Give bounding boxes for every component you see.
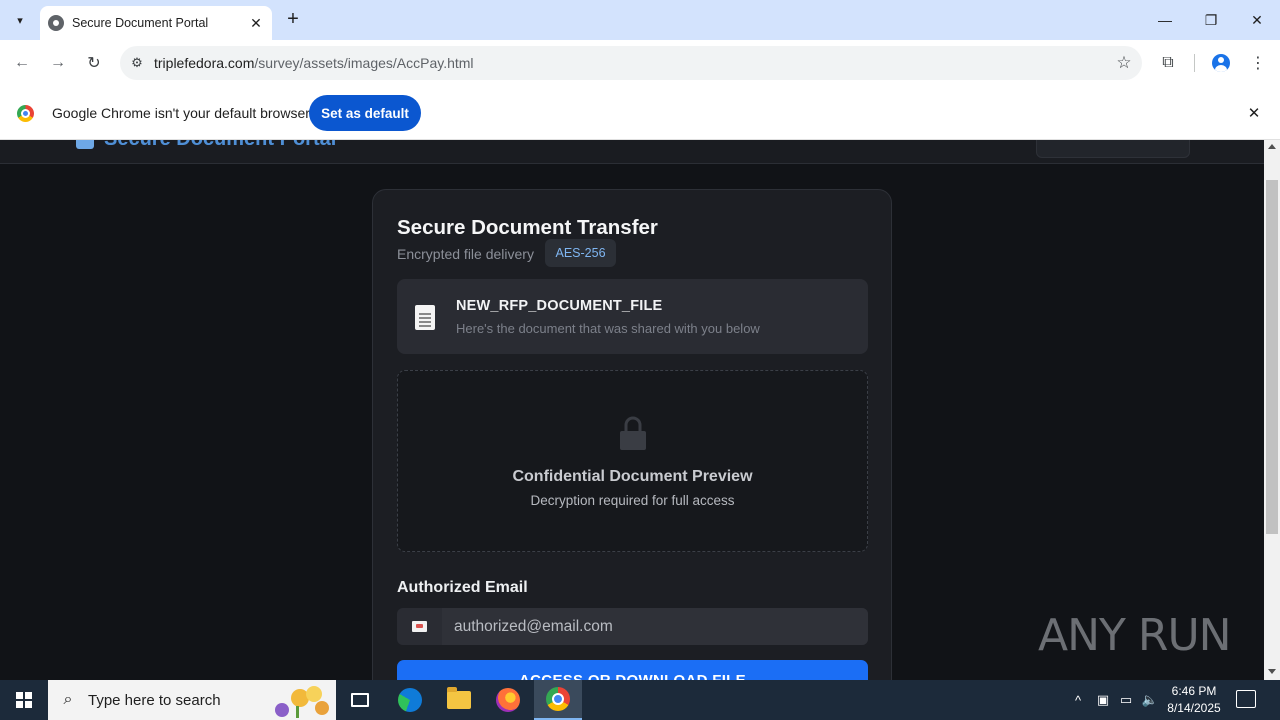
forward-arrow-icon[interactable]: →: [45, 50, 71, 76]
set-as-default-button[interactable]: Set as default: [309, 95, 421, 131]
chrome-logo-icon: [17, 105, 34, 122]
windows-taskbar: ⌕ Type here to search ^ ▣ ▭ 🔈 6:46 PM 8/…: [0, 680, 1280, 720]
tray-network-icon[interactable]: ▭: [1116, 680, 1136, 720]
tab-active[interactable]: Secure Document Portal ✕: [40, 6, 272, 40]
start-button[interactable]: [0, 680, 48, 720]
file-description: Here's the document that was shared with…: [456, 321, 760, 336]
card-title: Secure Document Transfer: [397, 216, 658, 239]
toolbar-divider: [1194, 54, 1195, 72]
encryption-badge: AES-256: [545, 239, 616, 267]
firefox-icon: [496, 688, 520, 712]
taskbar-edge[interactable]: [386, 680, 434, 720]
header-button[interactable]: [1036, 140, 1190, 158]
bookmark-star-icon[interactable]: ☆: [1106, 53, 1142, 73]
tray-chevron-up-icon[interactable]: ^: [1068, 680, 1088, 720]
search-highlight-flowers-icon: [275, 686, 329, 718]
email-label: Authorized Email: [397, 579, 528, 596]
scrollbar-thumb[interactable]: [1266, 180, 1278, 534]
clock-time: 6:46 PM: [1171, 684, 1217, 698]
browser-toolbar: ← → ↻ ⚙ triplefedora.com/survey/assets/i…: [0, 40, 1280, 86]
new-tab-plus-icon[interactable]: +: [282, 8, 304, 30]
address-bar[interactable]: ⚙ triplefedora.com/survey/assets/images/…: [120, 46, 1142, 80]
email-field-row: [397, 608, 868, 645]
chrome-icon: [546, 687, 570, 711]
file-name: NEW_RFP_DOCUMENT_FILE: [456, 298, 663, 314]
taskbar-task-view[interactable]: [336, 680, 384, 720]
menu-kebab-icon[interactable]: ⋮: [1245, 50, 1271, 76]
site-logo[interactable]: Secure Document Portal: [76, 140, 336, 151]
preview-subtitle: Decryption required for full access: [530, 493, 735, 508]
extensions-puzzle-icon[interactable]: ⧉: [1155, 50, 1181, 76]
url-path: /survey/assets/images/AccPay.html: [254, 55, 474, 71]
tab-favicon-icon: [48, 15, 64, 31]
back-arrow-icon[interactable]: ←: [9, 50, 35, 76]
site-logo-icon: [76, 140, 94, 149]
folder-icon: [447, 687, 471, 709]
preview-title: Confidential Document Preview: [512, 468, 753, 485]
close-window-icon[interactable]: ✕: [1243, 6, 1271, 34]
search-icon: ⌕: [63, 691, 73, 708]
anyrun-watermark: ANY RUN: [1038, 610, 1232, 661]
file-info-box: NEW_RFP_DOCUMENT_FILE Here's the documen…: [397, 279, 868, 354]
url-host: triplefedora.com: [154, 55, 255, 71]
default-browser-infobar: Google Chrome isn't your default browser…: [0, 86, 1280, 140]
taskbar-search-placeholder: Type here to search: [88, 691, 221, 709]
infobar-message: Google Chrome isn't your default browser: [52, 105, 310, 121]
reload-icon[interactable]: ↻: [81, 50, 107, 76]
profile-avatar-icon[interactable]: [1208, 50, 1234, 76]
tray-volume-icon[interactable]: 🔈: [1140, 680, 1160, 720]
email-input[interactable]: [442, 608, 868, 645]
edge-icon: [398, 688, 422, 712]
minimize-icon[interactable]: —: [1151, 6, 1179, 34]
tab-close-icon[interactable]: ✕: [246, 13, 266, 33]
page-content: Secure Document Portal Secure Document T…: [0, 140, 1264, 680]
taskbar-clock[interactable]: 6:46 PM 8/14/2025: [1160, 683, 1228, 717]
envelope-icon: [412, 621, 427, 632]
site-info-icon[interactable]: ⚙: [120, 55, 154, 71]
url-text[interactable]: triplefedora.com/survey/assets/images/Ac…: [154, 55, 1106, 71]
lock-icon: [620, 416, 646, 450]
taskbar-file-explorer[interactable]: [435, 680, 483, 720]
tab-search-chevron-icon[interactable]: ▾: [8, 8, 32, 32]
page-scrollbar[interactable]: [1264, 140, 1280, 680]
taskbar-chrome[interactable]: [534, 680, 582, 720]
taskbar-firefox[interactable]: [484, 680, 532, 720]
restore-icon[interactable]: ❐: [1197, 6, 1225, 34]
taskbar-search-box[interactable]: ⌕ Type here to search: [48, 680, 336, 720]
notification-center-icon[interactable]: [1236, 690, 1256, 708]
infobar-close-icon[interactable]: ✕: [1244, 103, 1264, 123]
windows-logo-icon: [16, 692, 32, 708]
secure-transfer-card: Secure Document Transfer Encrypted file …: [372, 189, 892, 680]
clock-date: 8/14/2025: [1167, 701, 1221, 715]
tab-strip: ▾ Secure Document Portal ✕ + — ❐ ✕: [0, 0, 1280, 40]
card-subtitle: Encrypted file delivery: [397, 246, 534, 262]
site-logo-text: Secure Document Portal: [104, 140, 336, 150]
tab-title: Secure Document Portal: [72, 16, 209, 30]
document-icon: [415, 305, 435, 330]
tray-device-icon[interactable]: ▣: [1094, 680, 1112, 720]
scroll-down-arrow-icon[interactable]: [1268, 669, 1276, 674]
site-header: Secure Document Portal: [0, 140, 1264, 164]
access-download-button[interactable]: ACCESS OR DOWNLOAD FILE: [397, 660, 868, 680]
document-preview-box: Confidential Document Preview Decryption…: [397, 370, 868, 552]
task-view-icon: [351, 693, 369, 707]
email-prefix: [397, 608, 442, 645]
scroll-up-arrow-icon[interactable]: [1268, 144, 1276, 149]
